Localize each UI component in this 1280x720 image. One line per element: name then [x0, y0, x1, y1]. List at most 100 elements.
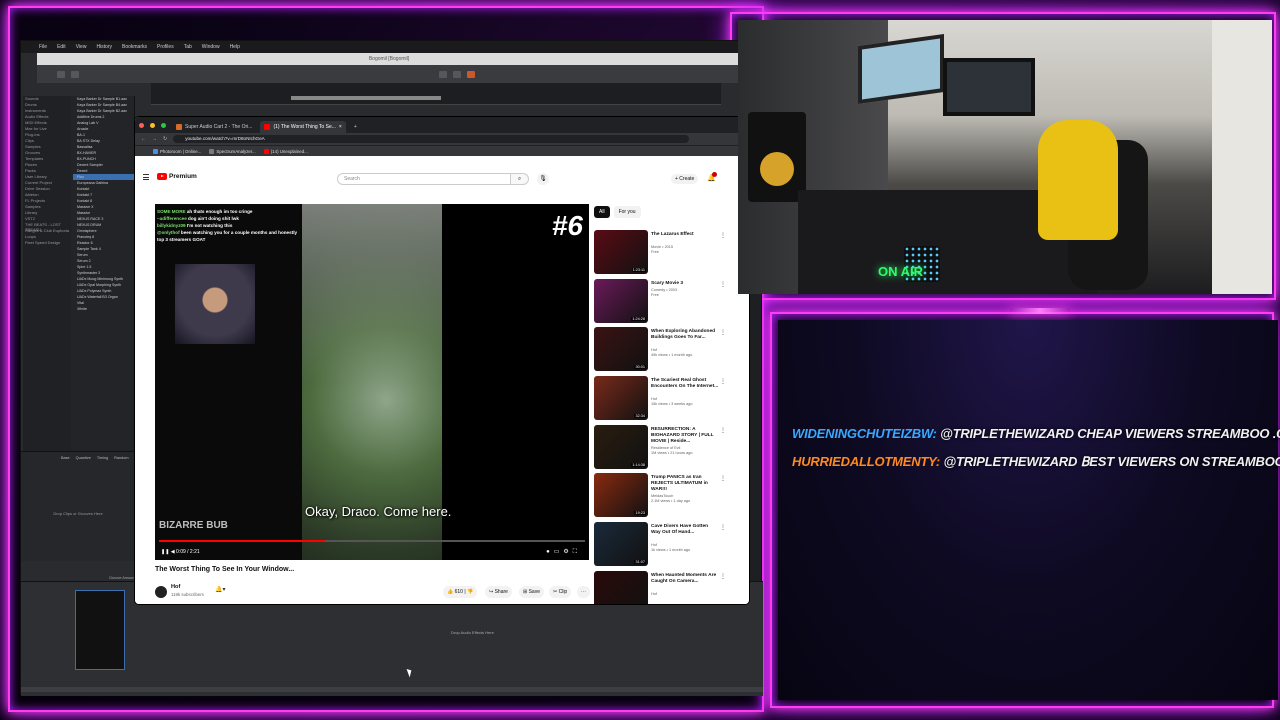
browser-category-item[interactable]: Fleet Speed Design [23, 240, 71, 246]
tab-super-audio-cart[interactable]: Super Audio Cart 2 - The Ori... [172, 121, 256, 133]
recommended-video-title[interactable]: Trump PANICS as Iran REJECTS ULTIMATUM i… [651, 475, 719, 493]
loop-brace[interactable] [291, 96, 441, 100]
video-thumbnail[interactable]: 30:01 [594, 327, 648, 372]
clip-button[interactable]: ✂ Clip [549, 586, 572, 598]
recommended-video-title[interactable]: When Exploring Abandoned Buildings Goes … [651, 329, 719, 341]
create-button[interactable]: + Create [671, 174, 699, 184]
drop-clips-zone[interactable]: Drop Clips or Grooves Here [21, 511, 135, 516]
channel-name[interactable]: Hof [171, 584, 180, 590]
search-icon[interactable]: ⌕ [511, 173, 529, 185]
channel-avatar[interactable] [155, 586, 167, 598]
minimize-window-icon[interactable] [150, 123, 155, 128]
hamburger-menu-icon[interactable] [143, 174, 149, 180]
recommended-video-title[interactable]: The Lazarus Effect [651, 232, 719, 238]
menu-tab[interactable]: Tab [184, 44, 192, 50]
recommended-video[interactable]: 1:23:11 The Lazarus Effect Movie • 2015 Fre… [594, 230, 744, 279]
bookmark-photoroom[interactable]: Photoroom | Online... [153, 148, 201, 154]
recommended-video[interactable]: 1:24:28 Scary Movie 3 Comedy • 2003 Free ⋮ [594, 278, 744, 328]
horizontal-scrollbar[interactable] [21, 687, 763, 692]
video-thumbnail[interactable]: 19:23 [594, 473, 648, 518]
zoom-window-icon[interactable] [161, 123, 166, 128]
more-options-icon[interactable]: ⋮ [720, 232, 726, 239]
stop-button[interactable] [453, 70, 461, 78]
recommended-video-title[interactable]: The Scariest Real Ghost Encounters On Th… [651, 378, 719, 390]
tab-youtube-video[interactable]: (1) The Worst Thing To Se... × [260, 121, 346, 133]
settings-gear-icon[interactable]: ⚙ [563, 549, 572, 555]
more-options-icon[interactable]: ⋮ [720, 573, 726, 580]
play-button[interactable] [439, 70, 447, 78]
chip-all[interactable]: All [594, 206, 610, 218]
captions-icon[interactable]: ▭ [554, 549, 564, 555]
menu-view[interactable]: View [76, 44, 87, 50]
search-input[interactable]: Search [337, 173, 511, 185]
bookmark-unexplained[interactable]: (14) Unexplained... [263, 148, 308, 154]
recommended-video-title[interactable]: Cave Divers Have Gotten Way Out Of Hand.… [651, 524, 719, 536]
more-options-icon[interactable]: ⋮ [720, 427, 726, 434]
share-button[interactable]: ↪ Share [485, 586, 512, 598]
menu-help[interactable]: Help [230, 44, 240, 50]
like-button[interactable]: 👍 610 | 👎 [443, 586, 478, 598]
menu-bookmarks[interactable]: Bookmarks [122, 44, 147, 50]
video-thumbnail[interactable]: 31:07 [594, 522, 648, 567]
subscription-bell-icon[interactable]: 🔔▾ [215, 586, 225, 593]
record-button[interactable] [467, 70, 475, 78]
video-thumbnail[interactable]: 1:14:38 [594, 424, 648, 469]
video-thumbnail[interactable] [594, 570, 648, 604]
clip-thumbnail[interactable] [75, 590, 125, 670]
bookmark-icon [153, 148, 158, 154]
menu-history[interactable]: History [96, 44, 112, 50]
pause-icon[interactable]: ❚❚ [161, 549, 169, 555]
more-options-icon[interactable]: ⋮ [720, 378, 726, 385]
more-options-icon[interactable]: ⋮ [720, 475, 726, 482]
recommended-video[interactable]: When Haunted Moments Are Caught On Camer… [594, 570, 744, 604]
url-field[interactable]: youtube.com/watch?v=mrD8oNIchGeA [173, 135, 689, 143]
metronome-button[interactable] [71, 70, 79, 78]
video-thumbnail[interactable]: 1:23:11 [594, 230, 648, 274]
recommended-video-title[interactable]: When Haunted Moments Are Caught On Camer… [651, 573, 719, 585]
chat-username: WIDENINGCHUTEIZBW: [792, 426, 937, 441]
recommended-video[interactable]: 1:14:38 RESURRECTION: A BIOHAZARD STORY |… [594, 424, 744, 474]
chip-for-you[interactable]: For you [613, 206, 641, 218]
tap-button[interactable] [57, 70, 65, 78]
fullscreen-icon[interactable]: ⛶ [573, 549, 581, 555]
drop-audio-effects-zone[interactable]: Drop Audio Effects Here [451, 630, 494, 635]
recommended-video[interactable]: 30:01 When Exploring Abandoned Buildings … [594, 327, 744, 376]
more-options-icon[interactable]: ⋮ [720, 281, 726, 288]
new-tab-button[interactable]: + [350, 121, 361, 133]
more-actions-icon[interactable]: ⋯ [577, 586, 590, 598]
menu-profiles[interactable]: Profiles [157, 44, 174, 50]
autoplay-toggle-icon[interactable]: ● [546, 549, 554, 555]
plugin-item[interactable]: Xfinite [73, 306, 135, 312]
microphone-icon[interactable]: 🎙 [537, 173, 549, 185]
recommended-video[interactable]: 19:23 Trump PANICS as Iran REJECTS ULTIMA… [594, 473, 744, 522]
save-button[interactable]: ⊞ Save [519, 586, 544, 598]
youtube-logo[interactable]: Premium [157, 173, 197, 180]
recommended-video-title[interactable]: RESURRECTION: A BIOHAZARD STORY | FULL M… [651, 427, 719, 445]
recommended-video[interactable]: 32:34 The Scariest Real Ghost Encounters … [594, 376, 744, 425]
tab-bar: Super Audio Cart 2 - The Ori... (1) The … [135, 117, 749, 133]
back-icon[interactable]: ← [141, 136, 146, 142]
video-progress-bar[interactable] [159, 540, 585, 542]
channel-subscribers: 119k subscribers [171, 592, 204, 597]
video-player[interactable]: SOME MORE ah thats enough im too cringe … [155, 204, 589, 560]
plugin-list: Kaya Barker Dr Sample B1.aax Kaya Barker … [73, 96, 135, 312]
video-thumbnail[interactable]: 1:24:28 [594, 278, 648, 323]
recommended-video-title[interactable]: Scary Movie 3 [651, 281, 719, 287]
reload-icon[interactable]: ↻ [163, 136, 167, 142]
menu-edit[interactable]: Edit [57, 44, 66, 50]
video-thumbnail[interactable]: 32:34 [594, 376, 648, 421]
more-options-icon[interactable]: ⋮ [720, 329, 726, 336]
menu-window[interactable]: Window [202, 44, 220, 50]
recommended-video[interactable]: 31:07 Cave Divers Have Gotten Way Out Of … [594, 522, 744, 571]
forward-icon[interactable]: → [152, 136, 157, 142]
studio-shelf [1212, 20, 1272, 294]
volume-icon[interactable]: ◀ [171, 549, 175, 555]
thumbs-down-icon[interactable]: 👎 [467, 589, 473, 595]
menu-file[interactable]: File [39, 44, 47, 50]
clip-icon: ✂ [553, 589, 558, 595]
bookmark-spectrum-analyzer[interactable]: SpectrumAnalyzer... [209, 148, 256, 154]
arrangement-ruler[interactable] [151, 83, 721, 105]
close-window-icon[interactable] [139, 123, 144, 128]
more-options-icon[interactable]: ⋮ [720, 524, 726, 531]
close-tab-icon[interactable]: × [339, 121, 342, 133]
